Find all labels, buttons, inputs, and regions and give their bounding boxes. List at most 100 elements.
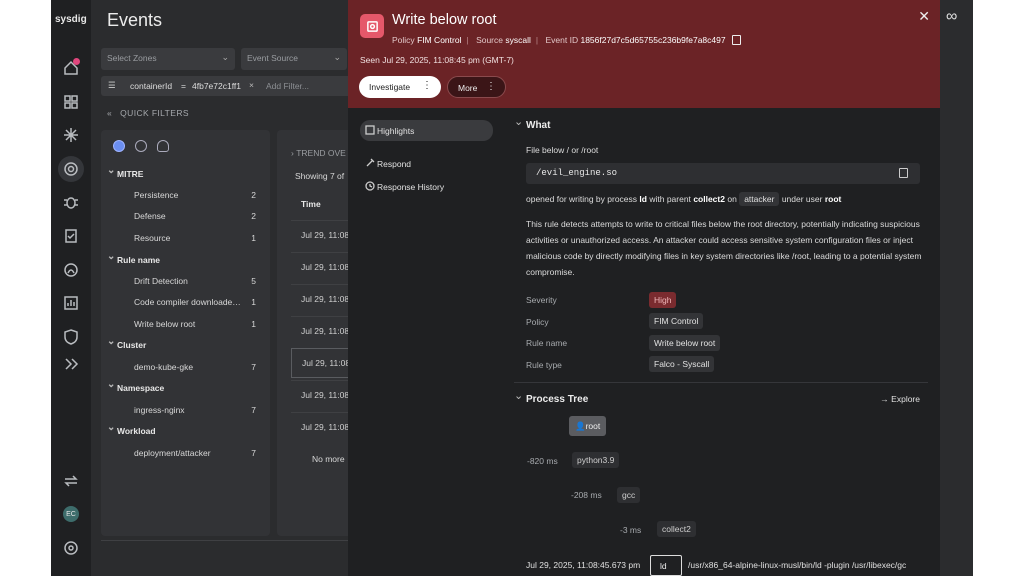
- filter-item[interactable]: deployment/attacker 7: [134, 448, 256, 458]
- filter-item[interactable]: demo-kube-gke 7: [134, 362, 256, 372]
- detail-value[interactable]: FIM Control: [649, 313, 704, 329]
- expand-nav-icon[interactable]: [62, 355, 80, 373]
- process-node[interactable]: gcc: [617, 487, 641, 503]
- close-icon[interactable]: ✕: [918, 8, 930, 25]
- detail-key: Severity: [526, 295, 557, 305]
- process-name: ld: [639, 194, 647, 204]
- investigate-button[interactable]: Investigate ⋮: [359, 76, 441, 98]
- runtime-tab-icon[interactable]: [113, 140, 125, 152]
- process-time: -208 ms: [571, 490, 602, 500]
- filter-item[interactable]: Code compiler downloaded... 1: [134, 297, 256, 307]
- process-node-label: root: [585, 421, 601, 431]
- filter-item-count: 1: [251, 319, 256, 329]
- filter-item-label: Drift Detection: [134, 276, 188, 286]
- time-column-header[interactable]: Time: [301, 199, 321, 209]
- process-time: -3 ms: [620, 525, 642, 535]
- summary-text: opened for writing by process: [526, 194, 638, 204]
- zones-select[interactable]: Select Zones ⌄: [101, 48, 235, 70]
- nav-highlights[interactable]: Highlights: [360, 120, 493, 141]
- host-chip[interactable]: attacker: [739, 192, 780, 206]
- filter-item[interactable]: ingress-nginx 7: [134, 405, 256, 415]
- bottom-strip: [101, 540, 357, 576]
- right-strip: ∞: [940, 0, 973, 576]
- nav-respond[interactable]: Respond: [360, 153, 493, 174]
- detail-value[interactable]: Write below root: [649, 335, 721, 351]
- filter-item-count: 1: [251, 233, 256, 243]
- cloud-tab-icon[interactable]: [157, 140, 169, 152]
- summary-text: on: [727, 194, 737, 204]
- filter-item-label: Code compiler downloaded...: [134, 297, 242, 307]
- help-icon[interactable]: [62, 539, 80, 557]
- more-button[interactable]: More ⋮: [447, 76, 506, 98]
- quick-filters-header[interactable]: « QUICK FILTERS: [107, 108, 189, 118]
- app-window: sysdig EC Events Select Zones ⌄ Event Sou…: [51, 0, 973, 576]
- refresh-icon[interactable]: [62, 472, 80, 490]
- policy-label: Policy: [392, 35, 415, 45]
- nav-response-history[interactable]: Response History: [360, 176, 493, 197]
- process-node[interactable]: collect2: [657, 521, 696, 537]
- filter-item-label: deployment/attacker: [134, 448, 211, 458]
- group-rule-name[interactable]: Rule name: [107, 251, 160, 265]
- notification-dot: [73, 58, 80, 65]
- explore-label: Explore: [891, 394, 920, 404]
- sysdig-sage-icon[interactable]: ∞: [946, 8, 957, 26]
- user-name: root: [824, 194, 842, 204]
- showing-count: Showing 7 of: [295, 171, 345, 181]
- group-cluster[interactable]: Cluster: [107, 336, 146, 350]
- policies-icon[interactable]: [62, 328, 80, 346]
- clock-icon: [365, 181, 375, 191]
- remove-filter-icon[interactable]: ×: [249, 80, 254, 90]
- process-node-root[interactable]: 👤root: [569, 416, 607, 436]
- filter-item-label: demo-kube-gke: [134, 362, 194, 372]
- explore-link[interactable]: → Explore: [880, 394, 920, 404]
- page-title: Events: [107, 10, 163, 30]
- sysdig-logo: sysdig: [55, 14, 87, 25]
- trend-overview-toggle[interactable]: › TREND OVE: [291, 148, 346, 158]
- policy-value[interactable]: FIM Control: [417, 35, 461, 45]
- collapse-icon[interactable]: «: [107, 108, 112, 118]
- group-namespace[interactable]: Namespace: [107, 379, 164, 393]
- detail-value[interactable]: Falco - Syscall: [649, 356, 715, 372]
- filter-item[interactable]: Resource 1: [134, 233, 256, 243]
- rule-description: This rule detects attempts to write to c…: [526, 219, 922, 277]
- filter-item-label: Defense: [134, 211, 166, 221]
- event-source-label: Event Source: [247, 53, 299, 63]
- filter-token-key: containerId: [130, 81, 173, 91]
- event-title: Write below root: [392, 12, 497, 28]
- left-nav-rail: sysdig EC: [51, 0, 91, 576]
- reports-icon[interactable]: [62, 294, 80, 312]
- compliance-icon[interactable]: [62, 227, 80, 245]
- kubernetes-tab-icon[interactable]: [135, 140, 147, 152]
- process-node-selected[interactable]: ld: [650, 555, 682, 576]
- copy-icon[interactable]: [899, 168, 908, 178]
- group-workload[interactable]: Workload: [107, 422, 155, 436]
- integrations-icon[interactable]: [62, 126, 80, 144]
- filter-item[interactable]: Persistence 2: [134, 190, 256, 200]
- filter-item[interactable]: Write below root 1: [134, 319, 256, 329]
- summary-text: with parent: [649, 194, 691, 204]
- process-node[interactable]: python3.9: [572, 452, 620, 468]
- event-source-select[interactable]: Event Source ⌄: [241, 48, 347, 70]
- group-mitre[interactable]: MITRE: [107, 165, 144, 179]
- drawer-header: Write below root Policy FIM Control | Sou…: [348, 0, 940, 108]
- quick-filter-tabs: [113, 140, 169, 152]
- section-process-tree[interactable]: Process Tree: [514, 389, 588, 405]
- user-avatar[interactable]: EC: [63, 506, 79, 522]
- vulnerabilities-icon[interactable]: [62, 193, 80, 211]
- filter-item-count: 7: [251, 405, 256, 415]
- section-what[interactable]: What: [514, 115, 551, 131]
- inventory-icon[interactable]: [62, 93, 80, 111]
- filter-item-count: 2: [251, 211, 256, 221]
- filter-item-count: 5: [251, 276, 256, 286]
- kebab-icon: ⋮: [486, 81, 496, 92]
- quick-filters-title: QUICK FILTERS: [120, 108, 189, 118]
- filter-item[interactable]: Drift Detection 5: [134, 276, 256, 286]
- quick-filters-panel: MITRE Persistence 2 Defense 2 Resource 1 Ru…: [101, 130, 270, 536]
- threats-icon[interactable]: [58, 156, 84, 182]
- identity-icon[interactable]: [62, 261, 80, 279]
- process-summary: opened for writing by process ld with pa…: [526, 192, 841, 206]
- add-filter-input[interactable]: Add Filter...: [266, 81, 309, 91]
- filter-item-count: 2: [251, 190, 256, 200]
- filter-item[interactable]: Defense 2: [134, 211, 256, 221]
- copy-icon[interactable]: [731, 35, 741, 45]
